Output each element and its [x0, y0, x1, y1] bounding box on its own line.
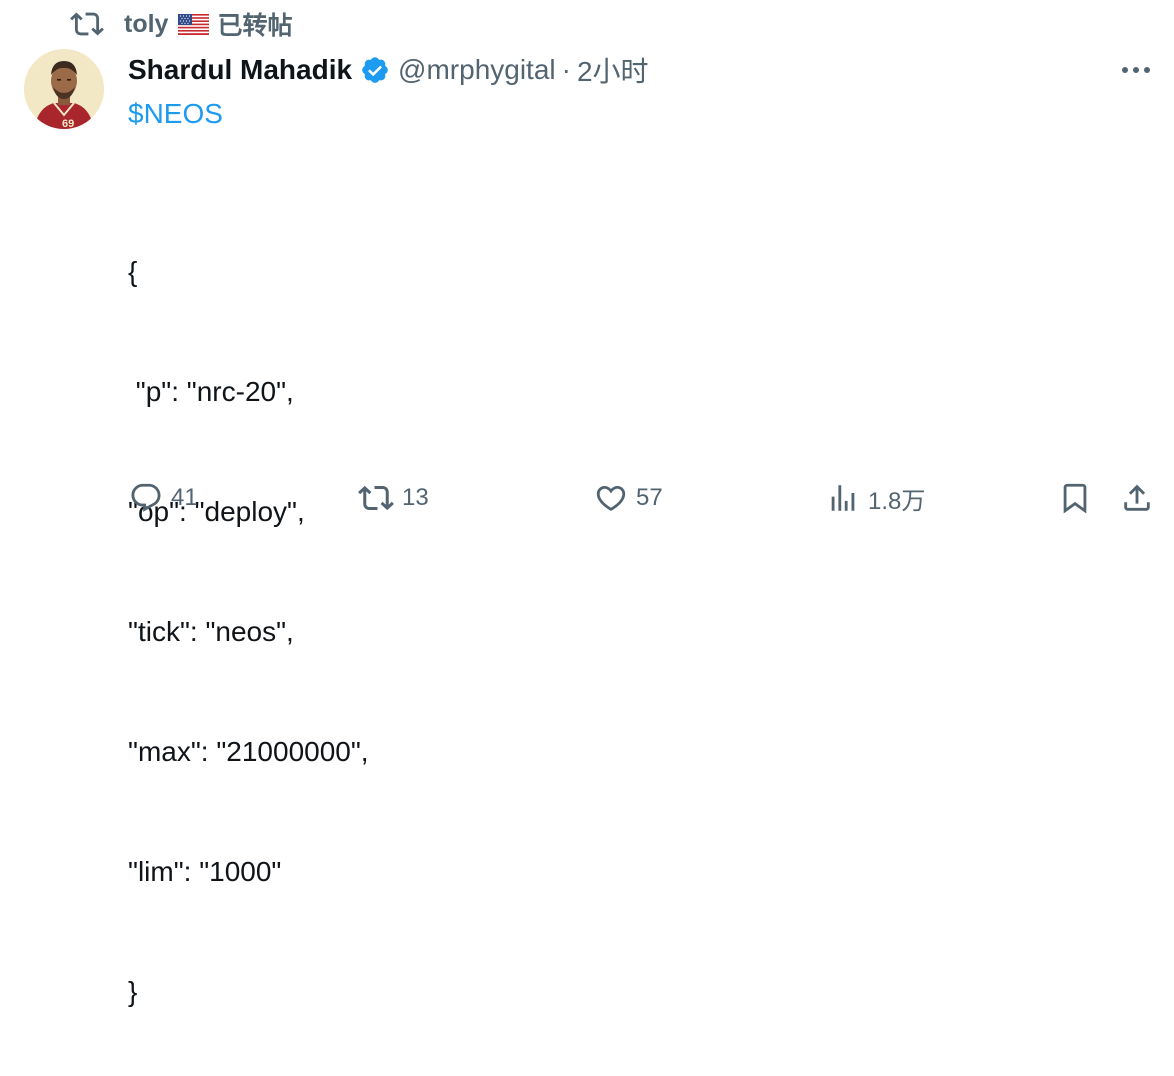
reply-button[interactable]: 41	[129, 478, 198, 518]
tweet-header: Shardul Mahadik @mrphygital · 2小时	[128, 50, 649, 90]
repost-user-name[interactable]: toly	[124, 10, 168, 39]
views-count: 1.8万	[868, 487, 926, 515]
repost-button[interactable]: 13	[358, 478, 429, 518]
header-separator: ·	[561, 54, 571, 85]
us-flag-icon	[178, 13, 210, 35]
like-button[interactable]: 57	[594, 478, 663, 518]
share-icon	[1124, 484, 1150, 511]
code-line: "lim": "1000"	[128, 856, 282, 887]
repost-count: 13	[402, 484, 429, 511]
code-line: "max": "21000000",	[128, 736, 369, 767]
heart-icon	[596, 485, 626, 511]
tweet-timestamp[interactable]: 2小时	[577, 50, 649, 90]
bookmark-icon	[1063, 483, 1087, 514]
avatar-illustration: 69	[24, 49, 104, 129]
author-display-name[interactable]: Shardul Mahadik	[128, 54, 352, 86]
svg-text:69: 69	[62, 118, 74, 129]
bookmark-button[interactable]	[1058, 478, 1092, 518]
author-handle[interactable]: @mrphygital	[398, 54, 556, 86]
more-horizontal-icon	[1122, 67, 1150, 73]
tweet[interactable]: toly 已转帖 69 Shardul Mahadik @mrphygital …	[0, 0, 1174, 1007]
reply-icon	[131, 483, 161, 512]
like-count: 57	[636, 484, 663, 511]
repost-context: toly 已转帖	[70, 6, 292, 42]
code-line: "p": "nrc-20",	[128, 376, 294, 407]
repost-icon	[358, 485, 394, 511]
code-line: {	[128, 256, 138, 287]
retweet-icon	[70, 12, 104, 36]
tweet-code-block: { "p": "nrc-20", "op": "deploy", "tick":…	[128, 172, 369, 1076]
analytics-icon	[831, 485, 855, 511]
views-button[interactable]: 1.8万	[826, 478, 925, 518]
repost-label: 已转帖	[217, 12, 293, 40]
reply-count: 41	[171, 484, 198, 511]
code-line: "tick": "neos",	[128, 616, 294, 647]
cashtag-link[interactable]: $NEOS	[128, 94, 223, 134]
avatar[interactable]: 69	[24, 49, 104, 129]
code-line: }	[128, 976, 138, 1007]
more-options-button[interactable]	[1118, 56, 1154, 84]
share-button[interactable]	[1120, 478, 1154, 518]
verified-badge-icon[interactable]	[360, 55, 390, 85]
